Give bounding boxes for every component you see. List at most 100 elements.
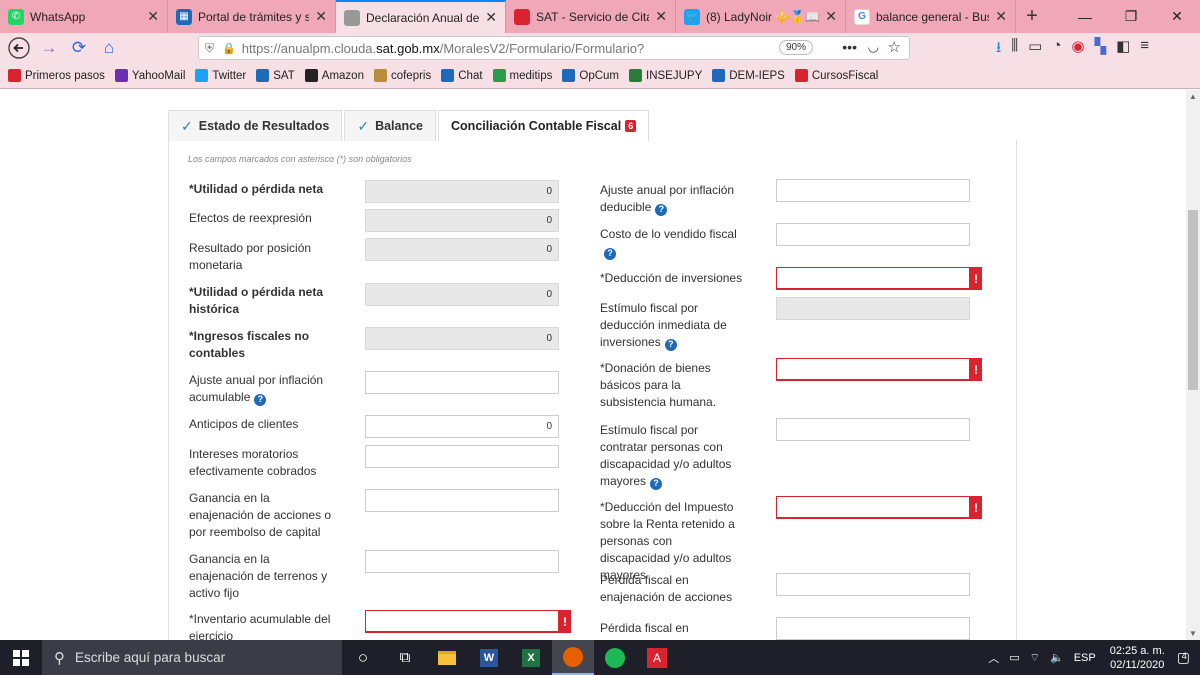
zoom-level[interactable]: 90%	[778, 40, 813, 55]
field-input[interactable]	[776, 418, 970, 441]
field-input[interactable]	[776, 267, 970, 290]
url-bar[interactable]: ⛨ 🔒 https://anualpm.clouda.sat.gob.mx/Mo…	[198, 36, 910, 60]
cortana-icon[interactable]: ○	[342, 640, 384, 675]
battery-icon[interactable]: ▭	[1009, 651, 1019, 664]
bookmark-item[interactable]: SAT	[256, 69, 295, 82]
help-icon[interactable]: ?	[254, 393, 267, 406]
field-input[interactable]	[365, 445, 559, 468]
library-icon[interactable]: ⫼	[1011, 37, 1018, 62]
browser-tab[interactable]: Declaración Anual de Person ✕	[336, 0, 506, 33]
pocket-icon[interactable]: ◡	[868, 39, 879, 55]
field-input: 0	[365, 283, 559, 306]
browser-tab[interactable]: ▦ Portal de trámites y servi ✕	[168, 0, 336, 33]
task-view-icon[interactable]: ⧉	[384, 640, 426, 675]
tab-estado-resultados[interactable]: ✓ Estado de Resultados	[168, 110, 343, 141]
bookmark-item[interactable]: meditips	[492, 69, 552, 82]
bookmark-item[interactable]: DEM-IEPS	[712, 69, 785, 82]
volume-icon[interactable]: 🔈	[1050, 651, 1064, 664]
acrobat-icon[interactable]: A	[636, 640, 678, 675]
field-input[interactable]	[365, 610, 559, 633]
tab-title: Portal de trámites y servi	[198, 9, 309, 24]
bookmark-item[interactable]: CursosFiscal	[794, 69, 878, 82]
field-input[interactable]	[365, 371, 559, 394]
field-label-text: *Deducción de inversiones	[600, 271, 743, 285]
new-tab-button[interactable]: +	[1016, 0, 1048, 33]
bookmark-item[interactable]: INSEJUPY	[629, 69, 702, 82]
word-icon[interactable]: W	[468, 640, 510, 675]
menu-icon[interactable]: ≡	[1140, 37, 1149, 62]
check-icon: ✓	[181, 117, 193, 134]
tab-balance[interactable]: ✓ Balance	[344, 110, 437, 141]
home-button[interactable]: ⌂	[94, 34, 124, 62]
back-button[interactable]	[4, 34, 34, 62]
reload-button[interactable]: ⟳	[64, 34, 94, 62]
field-input[interactable]	[365, 550, 559, 573]
browser-tab[interactable]: ✆ WhatsApp ✕	[0, 0, 168, 33]
search-icon: ⚲	[54, 649, 65, 667]
tab-label: Balance	[375, 119, 424, 133]
close-tab-icon[interactable]: ✕	[147, 8, 159, 25]
browser-tab[interactable]: Gbalance general - Buscar ✕	[846, 0, 1016, 33]
browser-tab[interactable]: SAT - Servicio de Citas ✕	[506, 0, 676, 33]
field-label: *Inventario acumulable del ejercicio	[189, 611, 334, 640]
field-input[interactable]	[776, 223, 970, 246]
bookmark-item[interactable]: cofepris	[373, 69, 432, 82]
more-actions-icon[interactable]: •••	[842, 39, 857, 55]
field-input: 0	[365, 180, 559, 203]
scroll-down-icon[interactable]: ▼	[1189, 629, 1197, 638]
clock[interactable]: 02:25 a. m. 02/11/2020	[1110, 644, 1165, 672]
tab-conciliacion[interactable]: Conciliación Contable Fiscal 6	[438, 110, 650, 141]
field-input[interactable]	[776, 179, 970, 202]
taskbar-search[interactable]: ⚲ Escribe aquí para buscar	[42, 640, 342, 675]
page-scrollbar[interactable]: ▲ ▼	[1186, 90, 1200, 640]
bookmark-item[interactable]: Chat	[441, 69, 483, 82]
field-input[interactable]: 0	[365, 415, 559, 438]
field-input[interactable]	[776, 496, 970, 519]
bookmark-label: OpCum	[579, 69, 619, 82]
windows-start-button[interactable]	[0, 640, 42, 675]
sidebar-icon[interactable]: ▭	[1028, 37, 1042, 62]
bookmark-item[interactable]: OpCum	[562, 69, 619, 82]
spotify-icon[interactable]	[594, 640, 636, 675]
help-icon[interactable]: ?	[664, 338, 677, 351]
bookmark-label: cofepris	[390, 69, 432, 82]
bookmark-star-icon[interactable]: ☆	[888, 38, 901, 56]
restore-button[interactable]: ❐	[1108, 0, 1154, 33]
field-input[interactable]	[776, 573, 970, 596]
close-tab-icon[interactable]: ✕	[655, 8, 667, 25]
language-indicator[interactable]: ESP	[1074, 652, 1096, 664]
help-icon[interactable]: ?	[655, 203, 668, 216]
firefox-icon[interactable]	[552, 640, 594, 675]
bookmark-item[interactable]: Primeros pasos	[8, 69, 105, 82]
bookmark-item[interactable]: Twitter	[195, 69, 246, 82]
scroll-up-icon[interactable]: ▲	[1189, 92, 1197, 101]
forward-button[interactable]: →	[34, 34, 64, 62]
extension-icon[interactable]: ◧	[1116, 37, 1130, 62]
close-tab-icon[interactable]: ✕	[995, 8, 1007, 25]
bookmark-label: INSEJUPY	[646, 69, 703, 82]
help-icon[interactable]: ?	[604, 247, 616, 260]
close-tab-icon[interactable]: ✕	[825, 8, 837, 25]
notifications-icon[interactable]: ▢ 4	[1177, 649, 1190, 666]
opera-icon[interactable]: ◉	[1071, 37, 1084, 62]
bookmark-item[interactable]: Amazon	[304, 69, 364, 82]
field-input[interactable]	[776, 617, 970, 640]
chevron-up-icon[interactable]: ︿	[988, 650, 999, 666]
sync-icon[interactable]: ◔	[1052, 37, 1061, 62]
extensions-icon[interactable]: ▚	[1095, 37, 1107, 62]
help-icon[interactable]: ?	[650, 477, 663, 490]
file-explorer-icon[interactable]	[426, 640, 468, 675]
close-tab-icon[interactable]: ✕	[485, 9, 497, 26]
wifi-icon[interactable]: ⌔	[1030, 651, 1040, 665]
download-icon[interactable]: ⭳	[996, 37, 1001, 62]
close-window-button[interactable]: ✕	[1154, 0, 1200, 33]
excel-icon[interactable]: X	[510, 640, 552, 675]
field-input[interactable]	[365, 489, 559, 512]
field-input[interactable]	[776, 358, 970, 381]
system-tray: ︿ ▭ ⌔ 🔈 ESP 02:25 a. m. 02/11/2020 ▢ 4	[988, 640, 1200, 675]
close-tab-icon[interactable]: ✕	[315, 8, 327, 25]
scroll-thumb[interactable]	[1188, 210, 1198, 390]
minimize-button[interactable]: —	[1062, 0, 1108, 33]
browser-tab[interactable]: 🐦 (8) LadyNoir ⚜️🥇📖 en T ✕	[676, 0, 846, 33]
bookmark-item[interactable]: YahooMail	[114, 69, 185, 82]
